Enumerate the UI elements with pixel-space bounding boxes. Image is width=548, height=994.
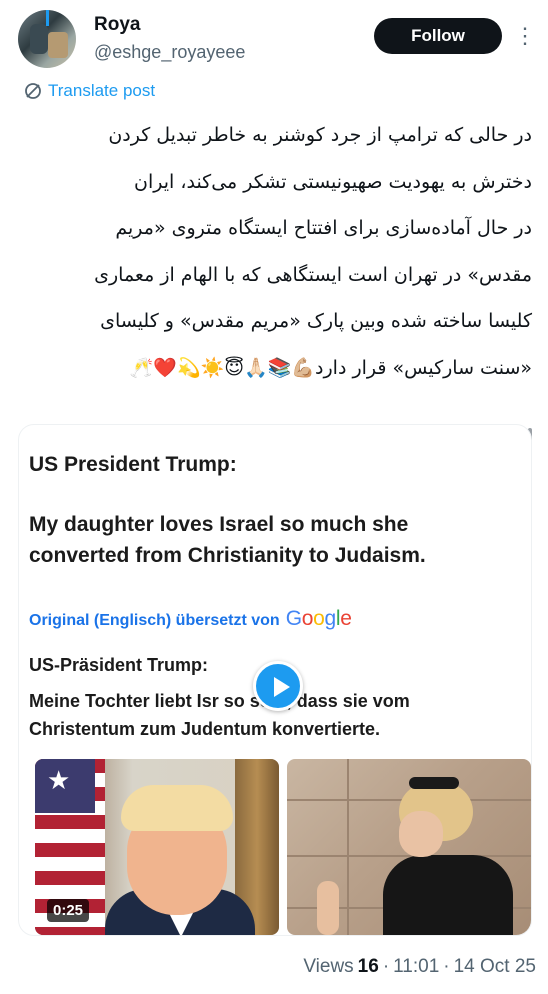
- post-line: دخترش به یهودیت صهیونیستی تشکر می‌کند، ا…: [134, 170, 532, 193]
- more-icon[interactable]: ⋮: [514, 22, 536, 50]
- star-icon: ★: [47, 765, 71, 795]
- translate-post-link[interactable]: Translate post: [24, 80, 155, 102]
- post-date[interactable]: 14 Oct 25: [454, 956, 536, 978]
- video-time-badge: 0:25: [47, 899, 90, 922]
- views-label[interactable]: Views: [303, 956, 353, 978]
- author-name[interactable]: Roya: [94, 14, 140, 36]
- woman-headband: [409, 777, 459, 789]
- photo-trump: ★ 0:25: [35, 759, 279, 935]
- hand: [317, 881, 339, 935]
- avatar[interactable]: [18, 10, 76, 68]
- woman-body: [383, 855, 513, 935]
- play-icon[interactable]: [253, 661, 303, 711]
- media-de-title: US-Präsident Trump:: [29, 655, 209, 675]
- post-text: در حالی که ترامپ از جرد کوشنر به خاطر تب…: [20, 112, 532, 391]
- media-video[interactable]: US President Trump: My daughter loves Is…: [18, 424, 532, 936]
- post-line: کلیسا ساخته شده وبین پارک «مریم مقدس» و …: [100, 310, 532, 332]
- google-prefix: Original (Englisch) übersetzt von: [29, 612, 280, 629]
- google-logo: Google: [285, 607, 352, 630]
- post-line: در حالی که ترامپ از جرد کوشنر به خاطر تب…: [108, 124, 532, 146]
- post-time[interactable]: 11:01: [393, 956, 439, 978]
- author-handle[interactable]: @eshge_royayeee: [94, 42, 245, 63]
- meta-separator: ·: [443, 956, 450, 977]
- post-meta: Views 16 · 11:01 · 14 Oct 25: [303, 956, 536, 978]
- hair: [121, 785, 233, 831]
- avatar-flag: [46, 10, 49, 26]
- translate-icon: [25, 83, 41, 99]
- stone-line: [347, 759, 349, 935]
- media-quote: My daughter loves Israel so much she con…: [29, 513, 426, 567]
- media-title: US President Trump:: [29, 453, 237, 476]
- woman-face: [399, 811, 443, 857]
- follow-button[interactable]: Follow: [374, 18, 502, 54]
- post-header: Roya @eshge_royayeee Follow ⋮: [0, 0, 548, 80]
- photo-wall: [287, 759, 531, 935]
- avatar-figure: [30, 24, 48, 54]
- post-line: «سنت سارکیس» قرار دارد💪🏼📚🙏🏻😇☀️💫❤️🥂: [129, 356, 532, 379]
- post-line: مقدس» در تهران است ایستگاهی که با الهام …: [94, 263, 532, 286]
- meta-separator: ·: [382, 956, 390, 977]
- views-count[interactable]: 16: [358, 956, 379, 978]
- post-line: در حال آماده‌سازی برای افتتاح ایستگاه مت…: [115, 217, 532, 239]
- google-translate-note: Original (Englisch) übersetzt von Google: [29, 607, 352, 631]
- avatar-object: [48, 32, 68, 58]
- translate-label[interactable]: Translate post: [48, 81, 155, 101]
- flag-canton: ★: [35, 759, 95, 813]
